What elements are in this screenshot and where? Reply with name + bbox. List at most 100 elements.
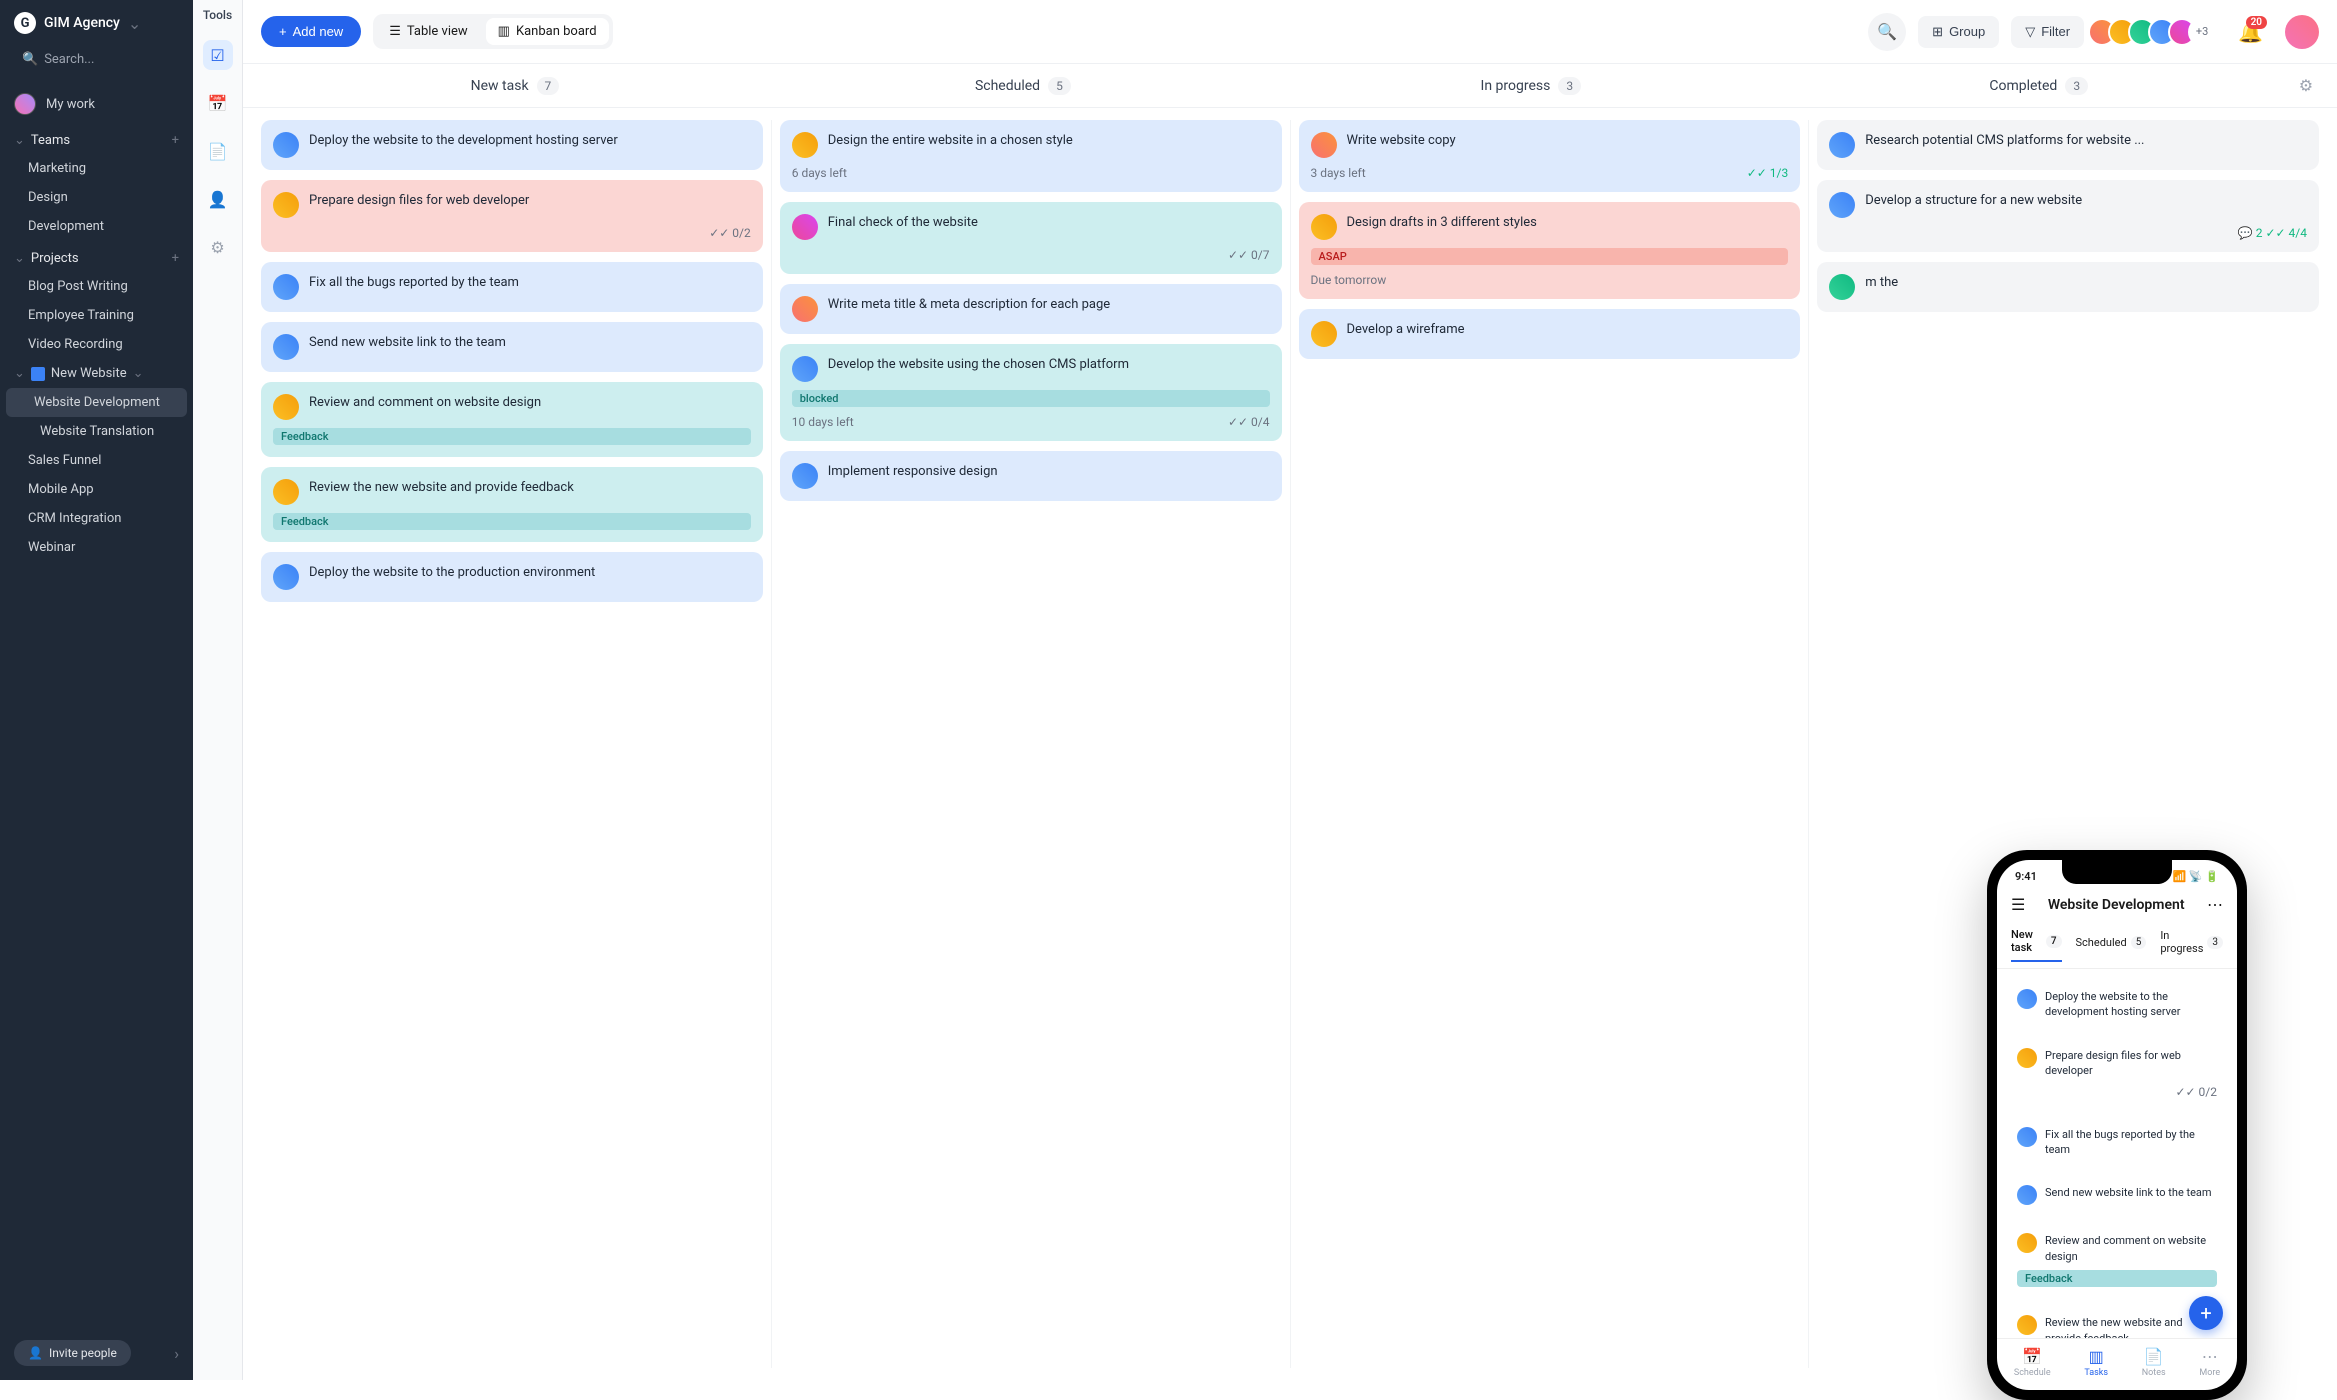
card-title: Deploy the website to the development ho… [309, 132, 618, 150]
card-title: Prepare design files for web developer [2045, 1048, 2217, 1079]
folder-icon [31, 367, 45, 381]
people-tool-icon[interactable]: 👤 [203, 184, 233, 214]
project-sublink-active[interactable]: Website Development [6, 388, 187, 417]
notifications-button[interactable]: 🔔 20 [2238, 20, 2263, 44]
phone-nav-more[interactable]: ⋯More [2199, 1347, 2220, 1378]
assignee-avatar [2017, 1127, 2037, 1147]
column-header: New task7 [261, 77, 769, 95]
task-card[interactable]: Fix all the bugs reported by the team [261, 262, 763, 312]
card-title: Design the entire website in a chosen st… [828, 132, 1073, 150]
phone-tab[interactable]: New task7 [2011, 928, 2062, 962]
settings-tool-icon[interactable]: ⚙ [203, 232, 233, 262]
task-card[interactable]: Prepare design files for web developer✓✓… [261, 180, 763, 252]
phone-nav-notes[interactable]: 📄 Notes [2142, 1347, 2166, 1378]
phone-add-button[interactable]: + [2189, 1296, 2223, 1330]
col-name: New task [471, 78, 529, 94]
chevron-down-icon: ⌄ [14, 366, 25, 381]
teams-label: Teams [31, 133, 70, 148]
project-link[interactable]: Sales Funnel [0, 446, 193, 475]
invite-label: Invite people [49, 1346, 117, 1360]
filter-label: Filter [2041, 24, 2070, 39]
project-link[interactable]: Employee Training [0, 301, 193, 330]
teams-section-header[interactable]: ⌄ Teams + [0, 123, 193, 154]
kanban-label: Kanban board [516, 24, 597, 39]
profile-avatar[interactable] [2285, 15, 2319, 49]
task-card[interactable]: Write website copy3 days left✓✓ 1/3 [1299, 120, 1801, 192]
task-card[interactable]: Write meta title & meta description for … [780, 284, 1282, 334]
search-input[interactable]: 🔍 Search... [12, 46, 181, 73]
invite-people-button[interactable]: 👤 Invite people [14, 1340, 131, 1366]
task-card[interactable]: Deploy the website to the development ho… [2007, 979, 2227, 1030]
phone-tab[interactable]: Scheduled5 [2076, 928, 2147, 962]
card-progress: ✓✓ 0/2 [2175, 1085, 2217, 1099]
tasks-tool-icon[interactable]: ☑ [203, 40, 233, 70]
project-link[interactable]: CRM Integration [0, 504, 193, 533]
team-link[interactable]: Development [0, 212, 193, 241]
menu-icon[interactable]: ☰ [2011, 895, 2025, 914]
task-card[interactable]: Design drafts in 3 different stylesASAPD… [1299, 202, 1801, 299]
collaborator-avatars[interactable]: +3 [2096, 18, 2216, 46]
filter-button[interactable]: ▽Filter [2011, 16, 2084, 48]
column-inprogress: Write website copy3 days left✓✓ 1/3 Desig… [1291, 120, 1810, 1368]
phone-nav-schedule[interactable]: 📅Schedule [2014, 1347, 2051, 1378]
add-new-button[interactable]: + Add new [261, 16, 361, 47]
notes-tool-icon[interactable]: 📄 [203, 136, 233, 166]
add-new-label: Add new [293, 24, 344, 39]
task-card[interactable]: Develop a structure for a new website💬 2… [1817, 180, 2319, 252]
board-settings-icon[interactable]: ⚙ [2293, 76, 2319, 95]
add-project-icon[interactable]: + [172, 251, 179, 266]
table-view-tab[interactable]: ☰ Table view [377, 18, 479, 45]
card-title: Send new website link to the team [309, 334, 506, 352]
add-team-icon[interactable]: + [172, 133, 179, 148]
phone-nav-label: More [2199, 1368, 2220, 1378]
phone-tabs: New task7 Scheduled5 In progress3 [1997, 922, 2237, 969]
kanban-view-tab[interactable]: ▥ Kanban board [486, 18, 609, 45]
task-card[interactable]: Design the entire website in a chosen st… [780, 120, 1282, 192]
project-link[interactable]: Webinar [0, 533, 193, 562]
search-icon: 🔍 [1877, 22, 1897, 41]
card-title: Review the new website and provide feedb… [309, 479, 574, 497]
plus-icon: + [279, 24, 287, 39]
mobile-preview: 9:41 📶 📡 🔋 ☰ Website Development ⋯ New t… [1987, 850, 2247, 1400]
project-link[interactable]: Video Recording [0, 330, 193, 359]
calendar-tool-icon[interactable]: 📅 [203, 88, 233, 118]
project-link[interactable]: Blog Post Writing [0, 272, 193, 301]
avatar-overflow[interactable]: +3 [2188, 18, 2216, 46]
projects-section-header[interactable]: ⌄Projects + [0, 241, 193, 272]
task-card[interactable]: Deploy the website to the production env… [261, 552, 763, 602]
task-card[interactable]: Develop the website using the chosen CMS… [780, 344, 1282, 441]
my-work-link[interactable]: My work [0, 85, 193, 123]
phone-tab[interactable]: In progress3 [2160, 928, 2223, 962]
task-card[interactable]: m the [1817, 262, 2319, 312]
card-title: Develop a wireframe [1347, 321, 1465, 339]
project-folder-new-website[interactable]: ⌄ New Website ⌄ [0, 359, 193, 388]
chevron-down-icon: ⌄ [14, 133, 25, 148]
task-card[interactable]: Review and comment on website designFeed… [261, 382, 763, 457]
task-card[interactable]: Research potential CMS platforms for web… [1817, 120, 2319, 170]
card-title: Prepare design files for web developer [309, 192, 529, 210]
task-card[interactable]: Send new website link to the team [2007, 1175, 2227, 1215]
group-label: Group [1949, 24, 1985, 39]
more-icon[interactable]: ⋯ [2207, 895, 2223, 914]
task-card[interactable]: Review and comment on website designFeed… [2007, 1223, 2227, 1297]
task-card[interactable]: Send new website link to the team [261, 322, 763, 372]
task-card[interactable]: Deploy the website to the development ho… [261, 120, 763, 170]
project-link[interactable]: Mobile App [0, 475, 193, 504]
task-card[interactable]: Review the new website and provide feedb… [261, 467, 763, 542]
team-link[interactable]: Design [0, 183, 193, 212]
task-card[interactable]: Fix all the bugs reported by the team [2007, 1117, 2227, 1168]
workspace-switcher[interactable]: G GIM Agency ⌄ [0, 0, 193, 46]
col-count: 3 [1558, 77, 1581, 95]
chevron-right-icon[interactable]: › [174, 1344, 179, 1363]
phone-nav-tasks[interactable]: ▥Tasks [2084, 1347, 2108, 1378]
project-sublink[interactable]: Website Translation [0, 417, 193, 446]
task-card[interactable]: Prepare design files for web developer ✓✓… [2007, 1038, 2227, 1109]
task-card[interactable]: Implement responsive design [780, 451, 1282, 501]
task-card[interactable]: Final check of the website✓✓ 0/7 [780, 202, 1282, 274]
phone-nav-label: Notes [2142, 1368, 2166, 1378]
group-button[interactable]: ⊞Group [1918, 16, 1999, 48]
task-card[interactable]: Develop a wireframe [1299, 309, 1801, 359]
notes-icon: 📄 [2144, 1347, 2164, 1366]
team-link[interactable]: Marketing [0, 154, 193, 183]
search-button[interactable]: 🔍 [1868, 13, 1906, 51]
